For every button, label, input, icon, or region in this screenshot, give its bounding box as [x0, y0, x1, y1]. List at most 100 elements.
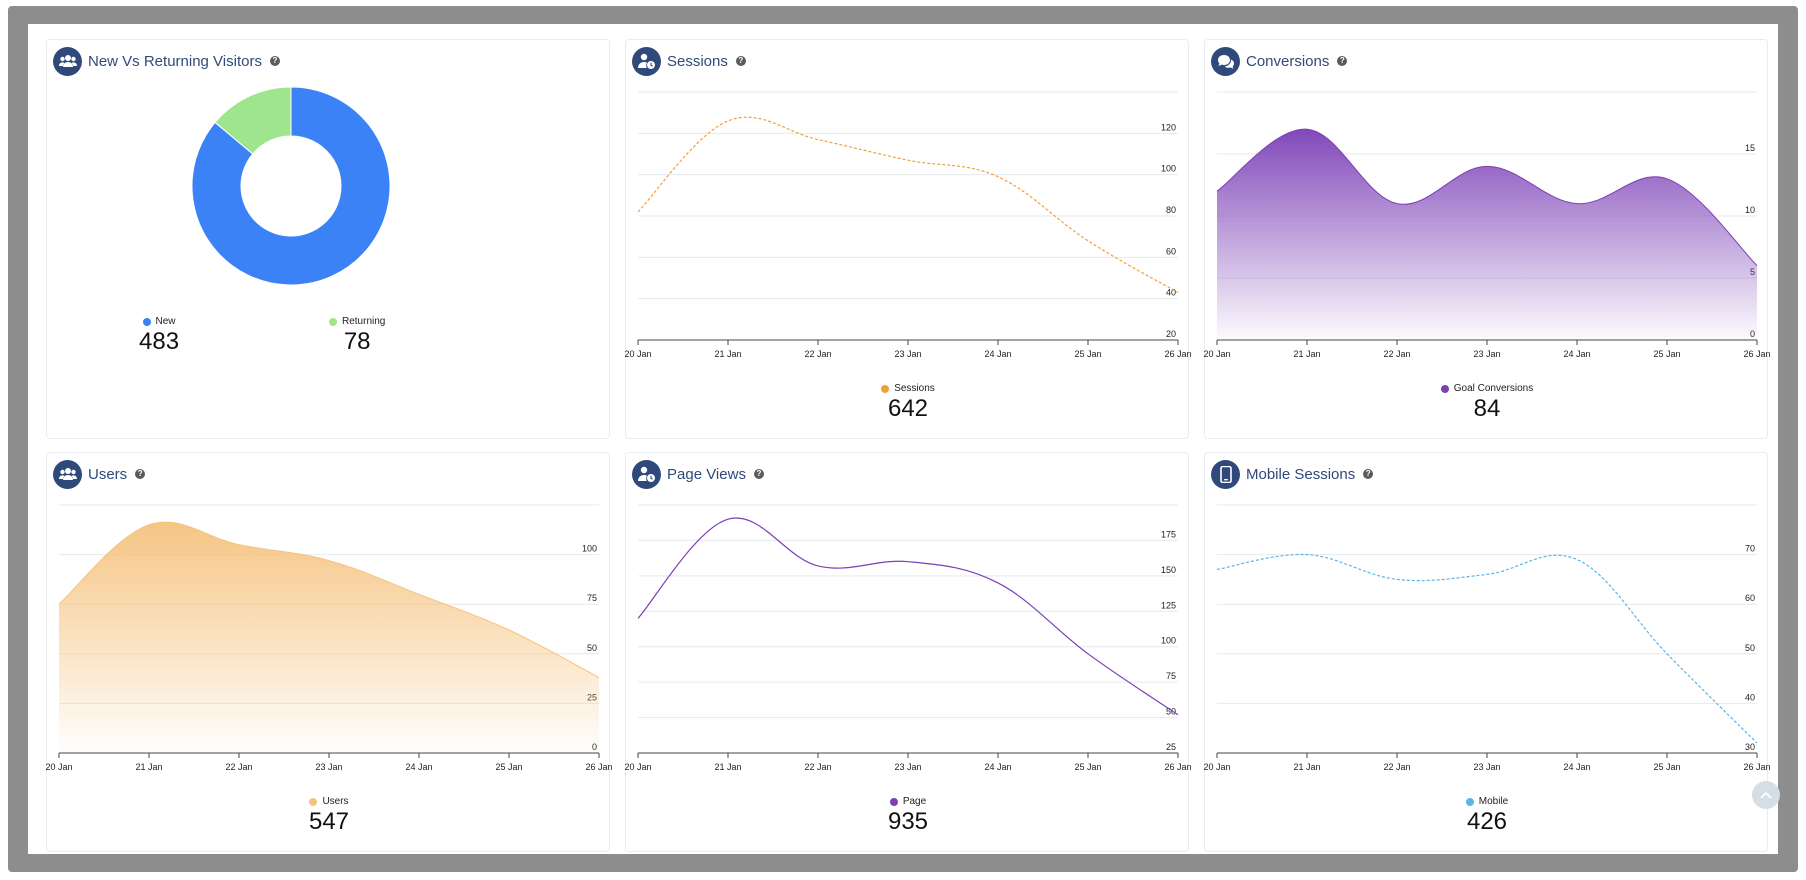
x-tick-label: 20 Jan [1203, 762, 1230, 772]
sessions-card: Sessions ? 20 40 60 80 100 120 20 Jan 21 Jan 22 … [624, 39, 1192, 439]
data-point [906, 158, 910, 162]
legend-item[interactable]: New [142, 316, 176, 327]
donut-chart [191, 86, 391, 286]
series-line [1216, 553, 1758, 744]
series-line [637, 517, 1179, 716]
visitors-card: New Vs Returning Visitors ? New 483 Retu… [46, 39, 610, 439]
window-frame: New Vs Returning Visitors ? New 483 Retu… [8, 6, 1798, 872]
x-tick-label: 20 Jan [624, 762, 651, 772]
y-tick-label: 80 [1166, 205, 1176, 215]
legend-dot [881, 384, 890, 393]
x-tick-label: 21 Jan [714, 762, 741, 772]
legend-label: Sessions [894, 383, 935, 394]
data-point [237, 543, 241, 547]
data-point [1305, 127, 1309, 131]
data-point [1485, 164, 1489, 168]
data-point [1485, 572, 1489, 576]
legend-item[interactable]: Returning [329, 316, 385, 327]
dashboard: New Vs Returning Visitors ? New 483 Retu… [28, 24, 1780, 854]
legend-dot [329, 317, 337, 326]
users-card: Users ? 025507510020 Jan21 Jan22 Jan23 J… [45, 452, 613, 852]
data-point [417, 592, 421, 596]
data-point [1176, 713, 1180, 717]
x-tick-label: 26 Jan [585, 762, 612, 772]
x-tick-label: 20 Jan [1203, 349, 1230, 359]
data-point [1086, 652, 1090, 656]
y-tick-label: 10 [1745, 205, 1755, 215]
x-tick-label: 26 Jan [1743, 349, 1770, 359]
x-tick-label: 22 Jan [1383, 762, 1410, 772]
sessions-chart: 20 40 60 80 100 120 20 Jan 21 Jan 22 Jan 23 Jan 24… [624, 91, 1192, 359]
x-tick-label: 23 Jan [894, 762, 921, 772]
data-point [1395, 577, 1399, 581]
x-tick-label: 22 Jan [1383, 349, 1410, 359]
metric-value: 483 [139, 328, 180, 355]
metric-value: 642 [887, 395, 929, 422]
x-tick-label: 24 Jan [405, 762, 432, 772]
metric-value: 426 [1466, 808, 1508, 835]
x-tick-label: 23 Jan [1473, 762, 1500, 772]
legend-item[interactable]: Mobile [1465, 796, 1509, 807]
x-tick-label: 24 Jan [984, 762, 1011, 772]
legend-item[interactable]: Page [889, 796, 926, 807]
y-tick-label: 60 [1166, 246, 1176, 256]
legend-label: Returning [342, 316, 386, 327]
legend-returning: Returning 78 [329, 316, 385, 356]
x-tick-label: 25 Jan [1653, 349, 1680, 359]
scroll-to-top-button[interactable] [1752, 781, 1780, 809]
x-tick-label: 23 Jan [894, 349, 921, 359]
y-tick-label: 100 [1161, 164, 1176, 174]
series-area [1217, 129, 1757, 340]
x-tick-label: 23 Jan [1473, 349, 1500, 359]
metric-value: 78 [343, 328, 371, 355]
x-tick-label: 21 Jan [1293, 762, 1320, 772]
data-point [816, 564, 820, 568]
data-point [636, 616, 640, 620]
legend-item[interactable]: Goal Conversions [1440, 383, 1534, 394]
x-tick-label: 26 Jan [1743, 762, 1770, 772]
data-point [1215, 567, 1219, 571]
series-area [59, 522, 599, 753]
y-tick-label: 50 [587, 643, 597, 653]
data-point [147, 523, 151, 527]
data-point [996, 581, 1000, 585]
y-tick-label: 75 [587, 593, 597, 603]
legend-dot [142, 317, 151, 326]
conversions-chart: 05101520 Jan21 Jan22 Jan23 Jan24 Jan25 J… [1203, 91, 1771, 359]
mobile-card: Mobile Sessions ? 30 40 50 60 70 20 Jan 21 Jan… [1203, 452, 1771, 852]
legend-label: Goal Conversions [1453, 383, 1534, 394]
y-tick-label: 70 [1745, 544, 1755, 554]
legend-item[interactable]: Sessions [881, 383, 935, 394]
legend-label: Mobile [1478, 796, 1509, 807]
data-point [507, 628, 511, 632]
x-tick-label: 25 Jan [1074, 349, 1101, 359]
conversions-card: Conversions ? 05101520 Jan21 Jan22 Jan23… [1203, 39, 1771, 439]
y-tick-label: 40 [1745, 692, 1755, 702]
y-tick-label: 75 [1166, 671, 1176, 681]
data-point [1575, 202, 1579, 206]
x-tick-label: 22 Jan [804, 762, 831, 772]
y-tick-label: 100 [582, 544, 597, 554]
legend: Users 547 [47, 796, 611, 836]
y-tick-label: 120 [1161, 122, 1176, 132]
data-point [1086, 239, 1090, 243]
data-point [1575, 558, 1579, 562]
x-tick-label: 21 Jan [135, 762, 162, 772]
legend-item[interactable]: Users [309, 796, 349, 807]
x-tick-label: 24 Jan [1563, 762, 1590, 772]
y-tick-label: 60 [1745, 593, 1755, 603]
x-tick-label: 23 Jan [315, 762, 342, 772]
x-tick-label: 20 Jan [624, 349, 651, 359]
y-tick-label: 20 [1166, 329, 1176, 339]
legend-label: Users [322, 796, 349, 807]
legend-new: New 483 [139, 316, 179, 356]
data-point [597, 676, 601, 680]
x-tick-label: 25 Jan [1074, 762, 1101, 772]
metric-value: 547 [308, 808, 350, 835]
legend-dot [1440, 384, 1449, 393]
legend-dot [309, 797, 318, 806]
x-tick-label: 24 Jan [984, 349, 1011, 359]
data-point [1665, 652, 1669, 656]
x-tick-label: 22 Jan [225, 762, 252, 772]
data-point [726, 517, 730, 521]
